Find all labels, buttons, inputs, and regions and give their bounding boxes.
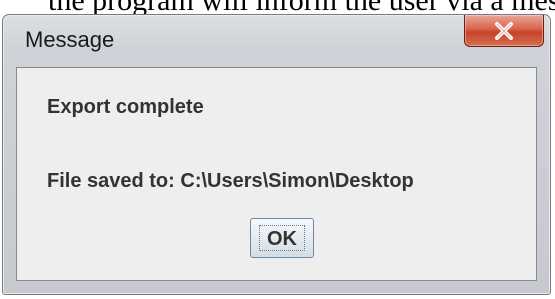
dialog-title: Message <box>25 27 115 52</box>
message-panel: Export complete File saved to: C:\Users\… <box>16 67 537 281</box>
message-heading: Export complete <box>47 96 204 118</box>
message-dialog: Message Export complete File saved to: C… <box>2 14 551 295</box>
close-x-icon <box>495 22 513 40</box>
ok-button[interactable]: OK <box>250 218 314 258</box>
close-button[interactable] <box>464 15 544 47</box>
title-bar[interactable]: Message <box>3 15 550 61</box>
message-detail: File saved to: C:\Users\Simon\Desktop <box>47 170 414 192</box>
ok-button-label: OK <box>259 225 305 251</box>
